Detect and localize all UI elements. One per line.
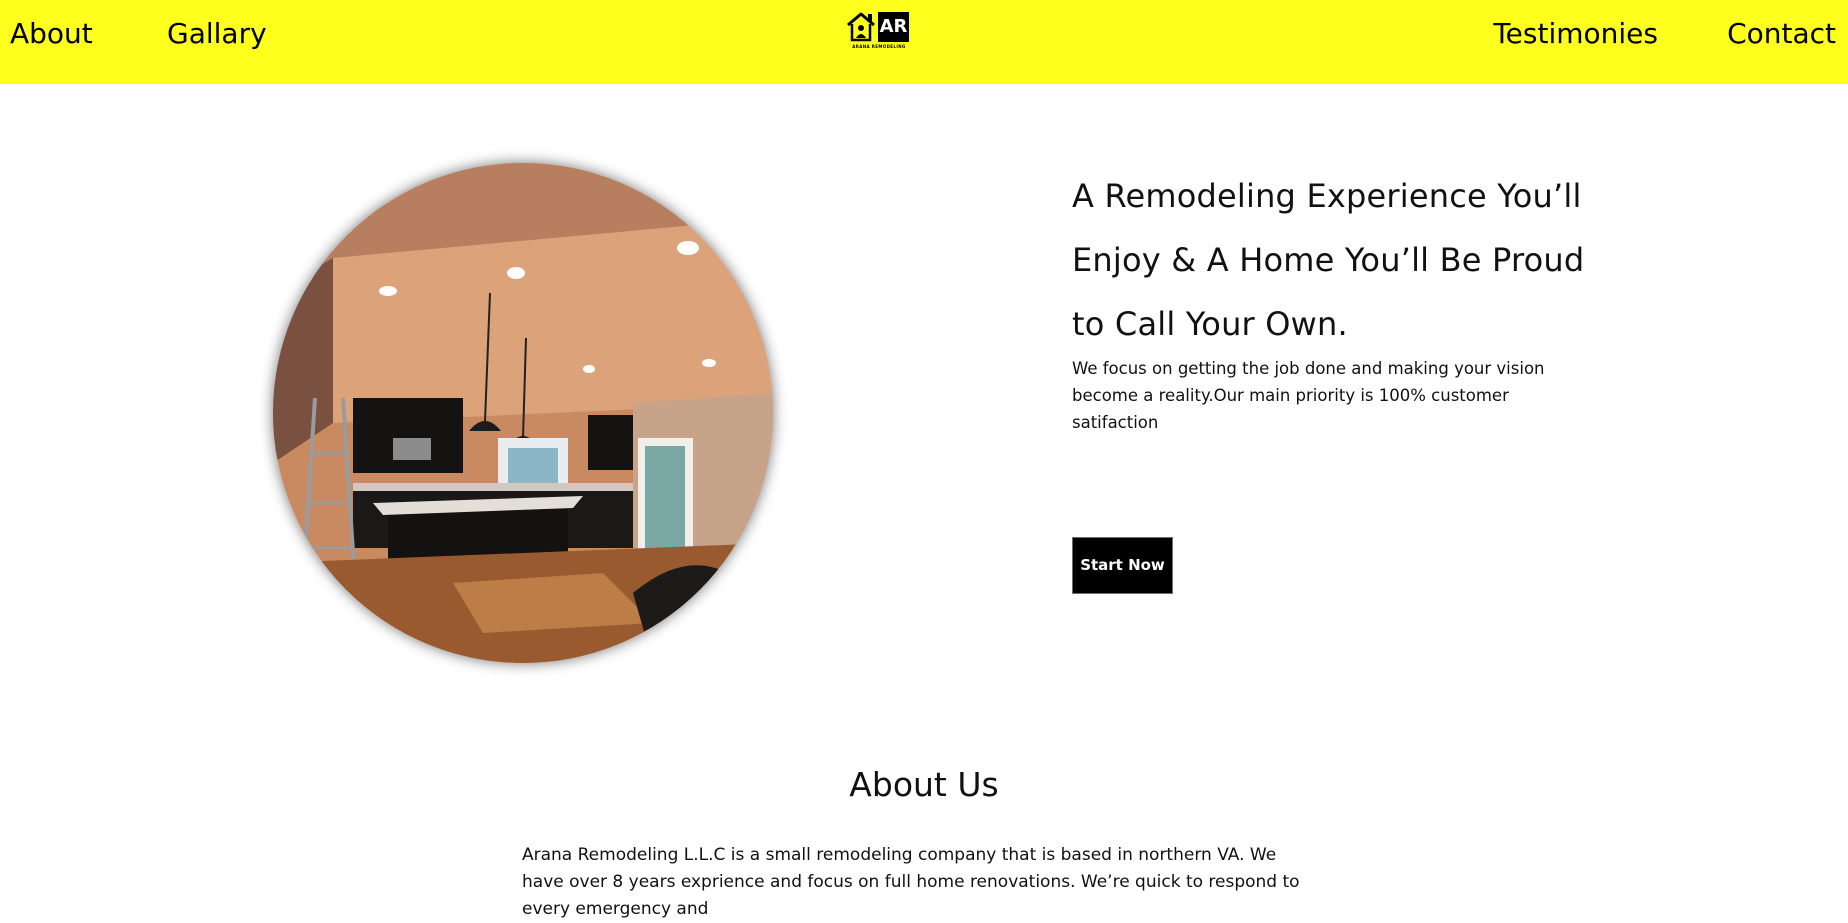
about-us-text: Arana Remodeling L.L.C is a small remode… — [522, 845, 1300, 919]
nav-link-gallary[interactable]: Gallary — [167, 16, 267, 52]
house-icon — [847, 12, 875, 42]
nav-link-testimonies[interactable]: Testimonies — [1493, 16, 1658, 52]
top-navigation: About Gallary AR ARANA REMODELING Testim… — [0, 0, 1848, 84]
logo-subtitle: ARANA REMODELING — [852, 44, 906, 49]
hero-description: We focus on getting the job done and mak… — [1072, 359, 1545, 432]
nav-link-about[interactable]: About — [10, 16, 93, 52]
brand-logo[interactable]: AR ARANA REMODELING — [846, 10, 912, 49]
hero-title: A Remodeling Experience You’ll Enjoy & A… — [1072, 177, 1585, 343]
logo-mark: AR — [878, 12, 909, 42]
hero-kitchen-image — [273, 163, 773, 663]
about-us-heading: About Us — [849, 765, 999, 804]
nav-link-contact[interactable]: Contact — [1727, 16, 1836, 52]
start-now-button[interactable]: Start Now — [1072, 537, 1173, 594]
